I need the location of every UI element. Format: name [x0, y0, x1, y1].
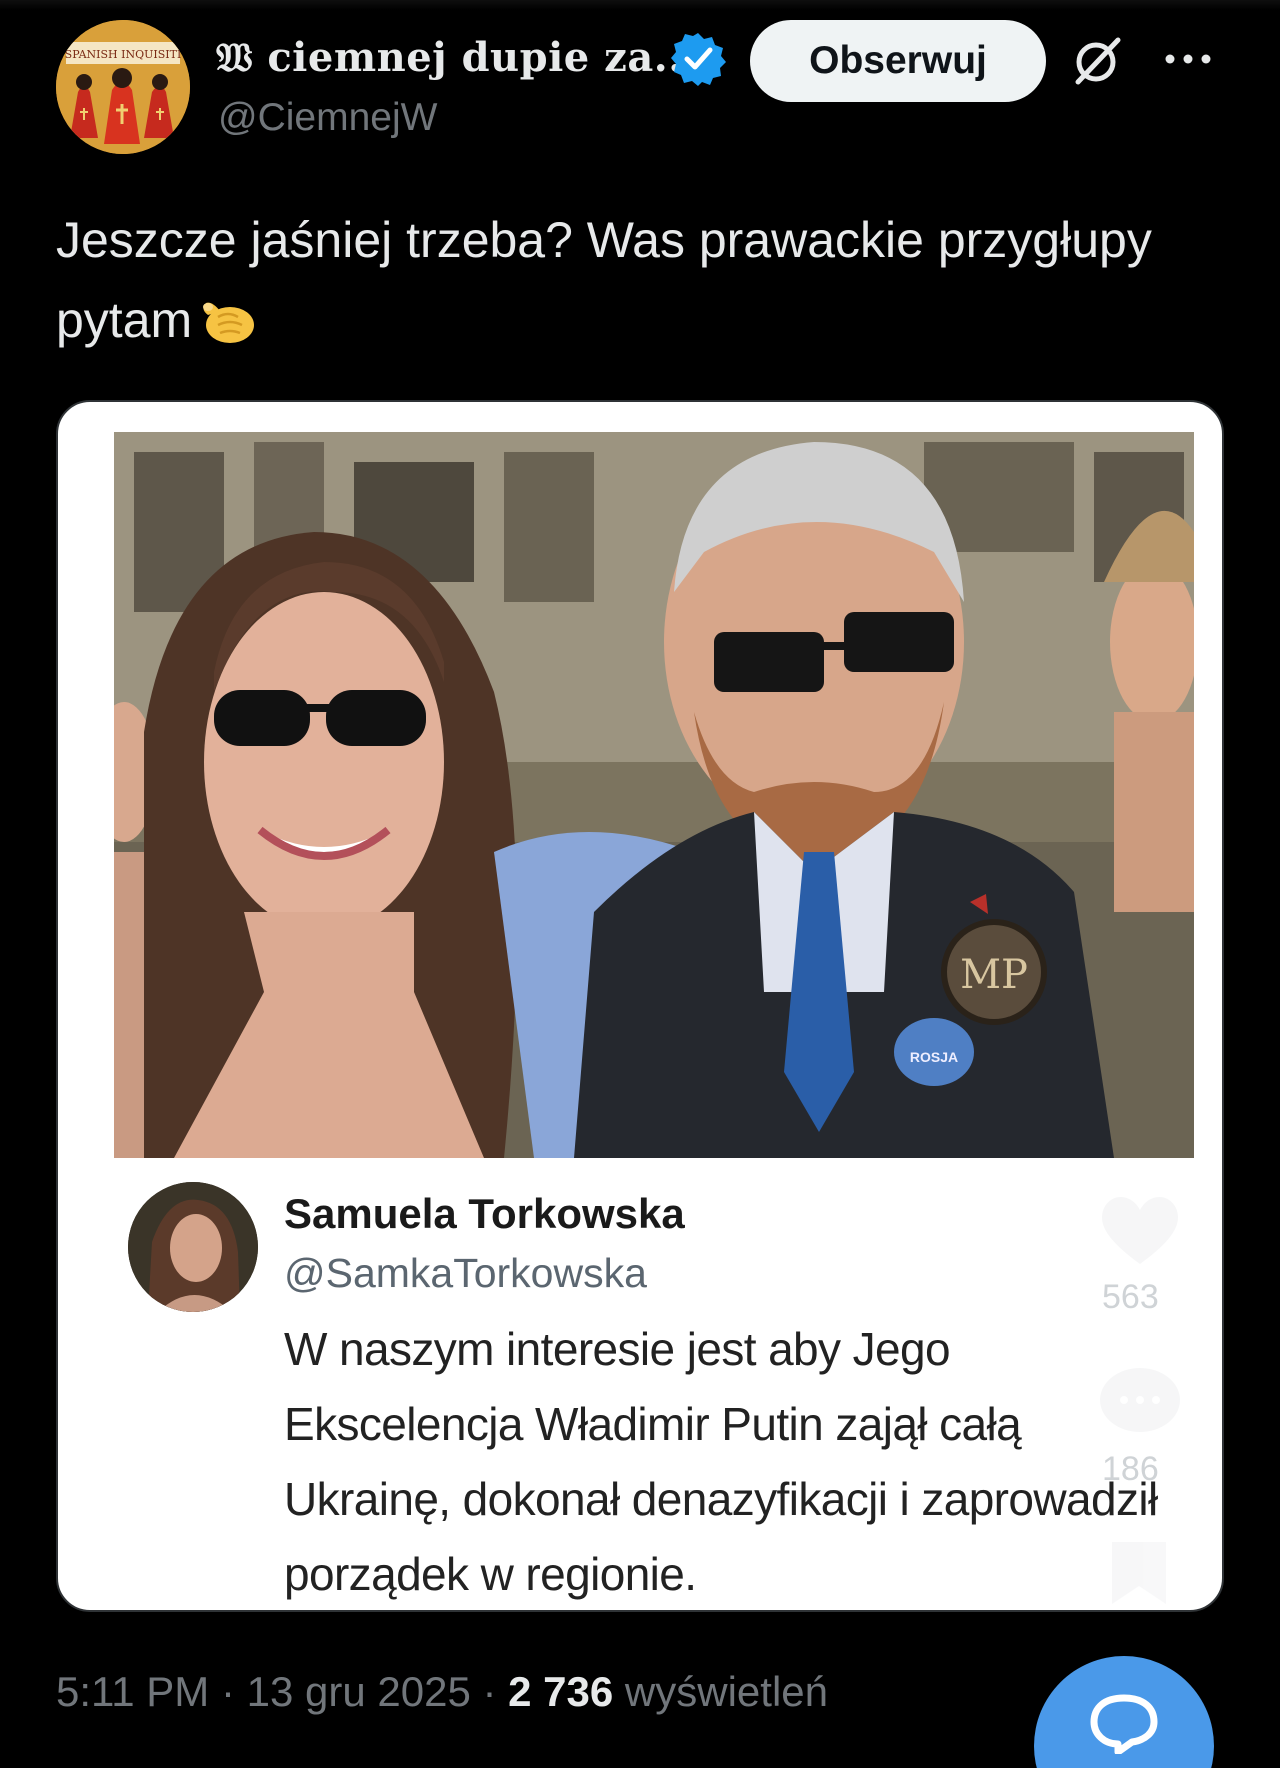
tweet-media[interactable]: MP ROSJA Samuela Torkowska @SamkaTorkows…: [56, 400, 1224, 1612]
tweet-time[interactable]: 5:11 PM: [56, 1668, 209, 1715]
views-count: 2 736: [508, 1668, 614, 1715]
follow-button[interactable]: Obserwuj: [750, 20, 1046, 102]
tweet-metadata: 5:11 PM · 13 gru 2025 · 2 736 wyświetleń: [56, 1668, 828, 1716]
embedded-comment-icon: [1094, 1362, 1186, 1442]
meta-separator: ·: [470, 1668, 509, 1715]
reply-bubble-icon: [1090, 1694, 1158, 1754]
author-avatar[interactable]: SPANISH INQUISITI: [56, 20, 190, 154]
embedded-bookmark-icon: [1104, 1538, 1174, 1608]
avatar-text: SPANISH INQUISITI: [65, 48, 182, 61]
photo-two-people: MP ROSJA: [114, 432, 1194, 1158]
views-label: wyświetleń: [613, 1668, 829, 1715]
meta-separator: ·: [209, 1668, 247, 1715]
grok-icon[interactable]: [1068, 34, 1124, 90]
more-options-icon[interactable]: [1158, 34, 1218, 84]
embedded-author-handle: @SamkaTorkowska: [284, 1250, 647, 1296]
pointing-hand-emoji-icon: [196, 287, 260, 351]
previous-content-edge: [0, 0, 1280, 10]
watermark-text: MP: [960, 952, 1028, 998]
compose-reply-button[interactable]: [1034, 1656, 1214, 1768]
tweet-date[interactable]: 13 gru 2025: [247, 1668, 471, 1715]
author-display-name[interactable]: 𝔚 ciemnej dupie za...: [216, 34, 697, 81]
embedded-tweet-text: W naszym interesie jest aby Jego Ekscele…: [284, 1323, 1158, 1600]
embedded-like-count: 563: [1102, 1278, 1159, 1316]
lapel-badge-text: ROSJA: [910, 1049, 958, 1065]
embedded-author-avatar: [128, 1182, 258, 1312]
tweet-header: SPANISH INQUISITI 𝔚 ciemnej dupie za... …: [56, 20, 1236, 160]
embedded-author-name: Samuela Torkowska: [284, 1190, 685, 1237]
embedded-comment-count: 186: [1102, 1450, 1159, 1488]
tweet-page: SPANISH INQUISITI 𝔚 ciemnej dupie za... …: [0, 0, 1280, 1768]
author-handle[interactable]: @CiemnejW: [218, 96, 437, 140]
tweet-text: Jeszcze jaśniej trzeba? Was prawackie pr…: [56, 200, 1206, 360]
verified-badge-icon: [670, 30, 726, 86]
embedded-heart-icon: [1094, 1188, 1186, 1268]
